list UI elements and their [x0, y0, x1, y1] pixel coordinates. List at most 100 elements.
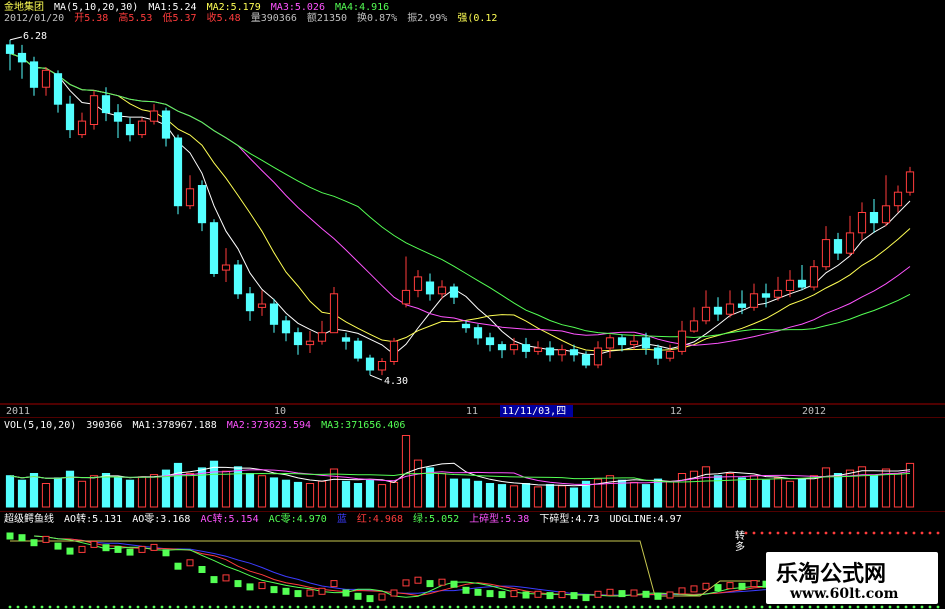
volume-bar [521, 483, 531, 508]
ao-zhuan: AO转:5.131 [64, 514, 123, 525]
volume-bar [257, 475, 267, 508]
baseline-dot [176, 605, 180, 609]
fractal-marker [270, 586, 278, 594]
volume-bar [857, 466, 867, 508]
time-axis-label: 2012 [802, 406, 826, 417]
volume-bar [701, 466, 711, 508]
candle-body [725, 303, 735, 315]
fractal-marker [54, 542, 62, 550]
fractal-marker [354, 592, 362, 600]
candle-body [101, 95, 111, 114]
volume-bar [29, 473, 39, 508]
baseline-dot [240, 605, 244, 609]
baseline-dot [712, 605, 716, 609]
candle-body [545, 347, 555, 356]
candle-body [521, 344, 531, 352]
candle-body [773, 289, 783, 298]
baseline-dot [824, 605, 828, 609]
baseline-dot [592, 605, 596, 609]
stock-name: 金地集团 [4, 2, 44, 13]
top-dot [784, 531, 788, 535]
time-axis-label: 2011 [6, 406, 30, 417]
ma4-value: MA4:4.916 [335, 2, 390, 13]
candlestick-chart[interactable]: 6.28 4.30 2011 10 11 11/11/03,四 12 2012 [0, 0, 945, 417]
candle-body [401, 289, 411, 305]
top-dot [880, 531, 884, 535]
baseline-dot [488, 605, 492, 609]
ao-ling: AO零:3.168 [132, 514, 191, 525]
amount-value: 额21350 [306, 13, 348, 24]
candle-body [89, 95, 99, 125]
candle-body [497, 344, 507, 351]
baseline-dot [280, 605, 284, 609]
baseline-dot [808, 605, 812, 609]
price-panel[interactable]: 6.28 4.30 2011 10 11 11/11/03,四 12 2012 金地集团 MA… [0, 0, 945, 417]
fractal-marker [126, 548, 134, 556]
baseline-dot [272, 605, 276, 609]
vol-value: 390366 [86, 420, 123, 431]
hong-value: 红:4.968 [356, 514, 403, 525]
baseline-dot [392, 605, 396, 609]
candle-body [821, 239, 831, 268]
fractal-marker [210, 576, 218, 584]
volume-bar [821, 467, 831, 508]
volume-bar [545, 484, 555, 508]
volume-bar [113, 477, 123, 508]
candle-body [677, 330, 687, 352]
candle-body [641, 337, 651, 349]
candle-body [29, 61, 39, 88]
candle-body [893, 191, 903, 207]
top-dot [808, 531, 812, 535]
candle-body [305, 340, 315, 346]
baseline-dot [912, 605, 916, 609]
low-mark-label: 4.30 [384, 376, 408, 387]
baseline-dot [448, 605, 452, 609]
baseline-dot [512, 605, 516, 609]
lan-value: 蓝 [336, 514, 347, 525]
volume-bar [53, 477, 63, 508]
candle-body [197, 185, 207, 224]
baseline-dot [616, 605, 620, 609]
time-axis-label: 11/11/03,四 [502, 406, 566, 417]
baseline-dot [408, 605, 412, 609]
fractal-marker [522, 591, 530, 599]
baseline-dot [464, 605, 468, 609]
volume-bar [725, 473, 735, 508]
ind-legend-row: 超级鳄鱼线 AO转:5.131 AO零:3.168 AC转:5.154 AC零:… [4, 514, 686, 526]
candle-body [65, 103, 75, 131]
baseline-dot [560, 605, 564, 609]
baseline-dot [840, 605, 844, 609]
candle-body [353, 340, 363, 359]
baseline-dot [232, 605, 236, 609]
baseline-dot [432, 605, 436, 609]
volume-bar [5, 475, 15, 508]
fractal-marker [102, 544, 110, 552]
date-value: 2012/01/20 [4, 13, 65, 24]
fractal-marker [498, 591, 506, 599]
candle-body [185, 188, 195, 207]
turnover-value: 换0.87% [357, 13, 398, 24]
baseline-dot [120, 605, 124, 609]
volume-bar [605, 475, 615, 508]
volume-panel[interactable]: VOL(5,10,20) 390366 MA1:378967.188 MA2:3… [0, 417, 945, 511]
candle-body [593, 347, 603, 366]
top-dot [840, 531, 844, 535]
amplitude-value: 振2.99% [407, 13, 448, 24]
baseline-dot [72, 605, 76, 609]
high-value: 高5.53 [118, 13, 153, 24]
candle-body [17, 52, 27, 63]
baseline-dot [704, 605, 708, 609]
volume-bar [77, 480, 87, 508]
baseline-dot [160, 605, 164, 609]
baseline-dot [16, 605, 20, 609]
baseline-dot [112, 605, 116, 609]
volume-bar [773, 477, 783, 508]
fractal-marker [438, 578, 446, 586]
baseline-dot [440, 605, 444, 609]
ma3-value: MA3:5.026 [270, 2, 325, 13]
candle-body [161, 110, 171, 139]
candle-body [797, 279, 807, 288]
candle-body [881, 205, 891, 224]
baseline-dot [576, 605, 580, 609]
baseline-dot [104, 605, 108, 609]
